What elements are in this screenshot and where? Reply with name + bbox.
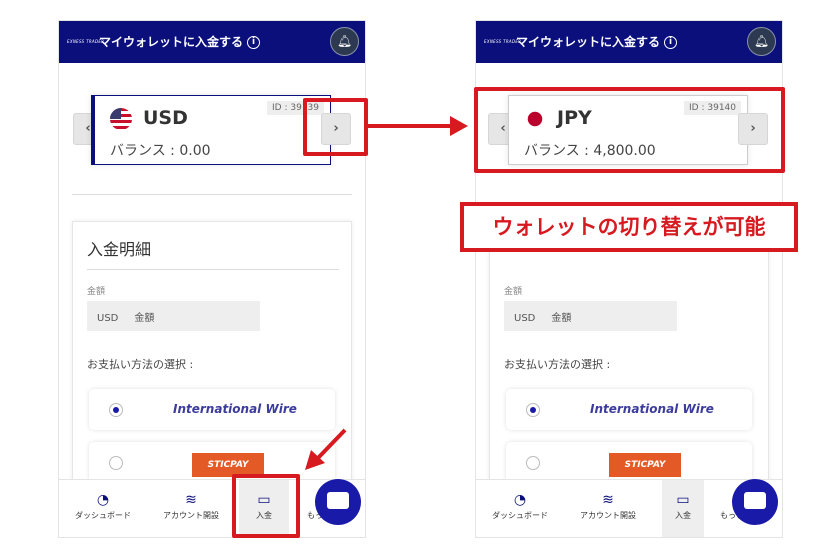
arrow-right-icon [368,116,468,136]
arrow-down-left-icon [305,428,347,470]
callout-label: ウォレットの切り替えが可能 [460,202,798,252]
annotation-arrows [305,116,468,470]
